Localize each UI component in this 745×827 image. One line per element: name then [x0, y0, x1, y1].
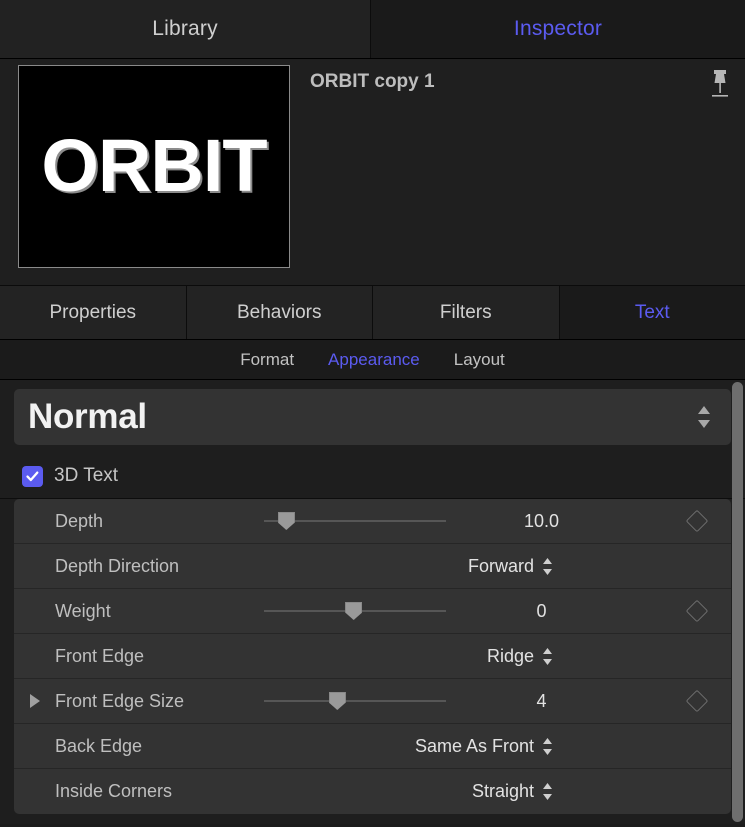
- parameter-popup[interactable]: Forward: [468, 556, 553, 577]
- parameter-popup[interactable]: Straight: [472, 781, 553, 802]
- vertical-scrollbar[interactable]: [732, 382, 743, 822]
- three-d-text-checkbox[interactable]: [22, 465, 43, 487]
- object-thumbnail[interactable]: ORBIT: [18, 65, 290, 268]
- tab-behaviors-label: Behaviors: [237, 301, 322, 323]
- tab-library-label: Library: [152, 17, 218, 40]
- parameter-value[interactable]: 4: [469, 691, 614, 712]
- parameter-row: Back Edge Same As Front: [14, 724, 731, 769]
- parameter-value: Forward: [467, 555, 534, 576]
- keyframe-diamond-icon[interactable]: [685, 509, 709, 533]
- stepper-up-down-icon[interactable]: [542, 647, 553, 666]
- slider-thumb[interactable]: [328, 692, 346, 710]
- parameter-list: Depth 10.0 Depth Direction Forward Weight 0 Fr…: [14, 499, 731, 814]
- thumbnail-text: ORBIT: [41, 123, 267, 207]
- pushpin-icon[interactable]: [705, 67, 735, 101]
- tab-behaviors[interactable]: Behaviors: [186, 286, 373, 339]
- tab-filters[interactable]: Filters: [373, 286, 560, 339]
- stepper-up-down-icon[interactable]: [542, 737, 553, 756]
- parameter-slider[interactable]: [264, 598, 446, 624]
- parameter-label: Back Edge: [55, 735, 143, 756]
- parameter-popup[interactable]: Same As Front: [415, 736, 553, 757]
- inspector-panel: Library Inspector ORBIT ORBIT copy 1 Pro…: [0, 0, 745, 827]
- three-d-text-label: 3D Text: [54, 465, 119, 486]
- parameter-label: Front Edge: [55, 645, 145, 666]
- tab-text[interactable]: Text: [559, 286, 745, 339]
- tab-inspector-label: Inspector: [513, 17, 603, 40]
- slider-track: [264, 700, 446, 702]
- parameter-value: Straight: [471, 781, 534, 801]
- appearance-pane: Normal 3D Text Depth 10.0 Depth Direction F…: [0, 380, 745, 824]
- parameter-value[interactable]: 10.0: [469, 511, 614, 532]
- parameter-value: Ridge: [486, 645, 534, 666]
- tab-format[interactable]: Format: [240, 350, 294, 370]
- tab-filters-label: Filters: [439, 301, 492, 323]
- parameter-label: Front Edge Size: [55, 690, 185, 711]
- tab-properties-label: Properties: [49, 301, 137, 323]
- keyframe-diamond-icon[interactable]: [685, 599, 709, 623]
- blend-mode-value: Normal: [28, 397, 147, 436]
- blend-mode-popup[interactable]: Normal: [14, 389, 731, 445]
- parameter-row: Depth 10.0: [14, 499, 731, 544]
- tab-library[interactable]: Library: [0, 0, 371, 58]
- stepper-up-down-icon[interactable]: [542, 557, 553, 576]
- top-tab-bar: Library Inspector: [0, 0, 745, 59]
- parameter-label: Weight: [55, 600, 111, 621]
- parameter-slider[interactable]: [264, 688, 446, 714]
- stepper-up-down-icon[interactable]: [695, 402, 713, 432]
- parameter-row: Front Edge Ridge: [14, 634, 731, 679]
- text-sub-tab-bar: Format Appearance Layout: [0, 340, 745, 380]
- tab-properties[interactable]: Properties: [0, 286, 187, 339]
- disclosure-triangle-icon[interactable]: [30, 694, 40, 708]
- parameter-row: Weight 0: [14, 589, 731, 634]
- parameter-label: Inside Corners: [55, 781, 173, 801]
- tab-text-label: Text: [634, 301, 670, 323]
- parameter-popup[interactable]: Ridge: [487, 646, 553, 667]
- parameter-slider[interactable]: [264, 508, 446, 534]
- parameter-row: Inside Corners Straight: [14, 769, 731, 814]
- parameter-label: Depth Direction: [55, 555, 180, 576]
- inspector-tab-bar: Properties Behaviors Filters Text: [0, 286, 745, 340]
- parameter-value[interactable]: 0: [469, 601, 614, 622]
- preview-header: ORBIT ORBIT copy 1: [0, 59, 745, 286]
- tab-layout[interactable]: Layout: [454, 350, 505, 370]
- three-d-text-row[interactable]: 3D Text: [0, 454, 745, 499]
- slider-thumb[interactable]: [277, 512, 295, 530]
- parameter-label: Depth: [55, 510, 104, 531]
- stepper-up-down-icon[interactable]: [542, 782, 553, 801]
- page-title: ORBIT copy 1: [310, 71, 435, 92]
- keyframe-diamond-icon[interactable]: [685, 689, 709, 713]
- slider-thumb[interactable]: [345, 602, 363, 620]
- parameter-row: Depth Direction Forward: [14, 544, 731, 589]
- checkmark-icon: [26, 470, 39, 481]
- parameter-value: Same As Front: [414, 735, 534, 756]
- parameter-row: Front Edge Size 4: [14, 679, 731, 724]
- tab-appearance[interactable]: Appearance: [328, 350, 420, 370]
- tab-inspector[interactable]: Inspector: [371, 0, 745, 58]
